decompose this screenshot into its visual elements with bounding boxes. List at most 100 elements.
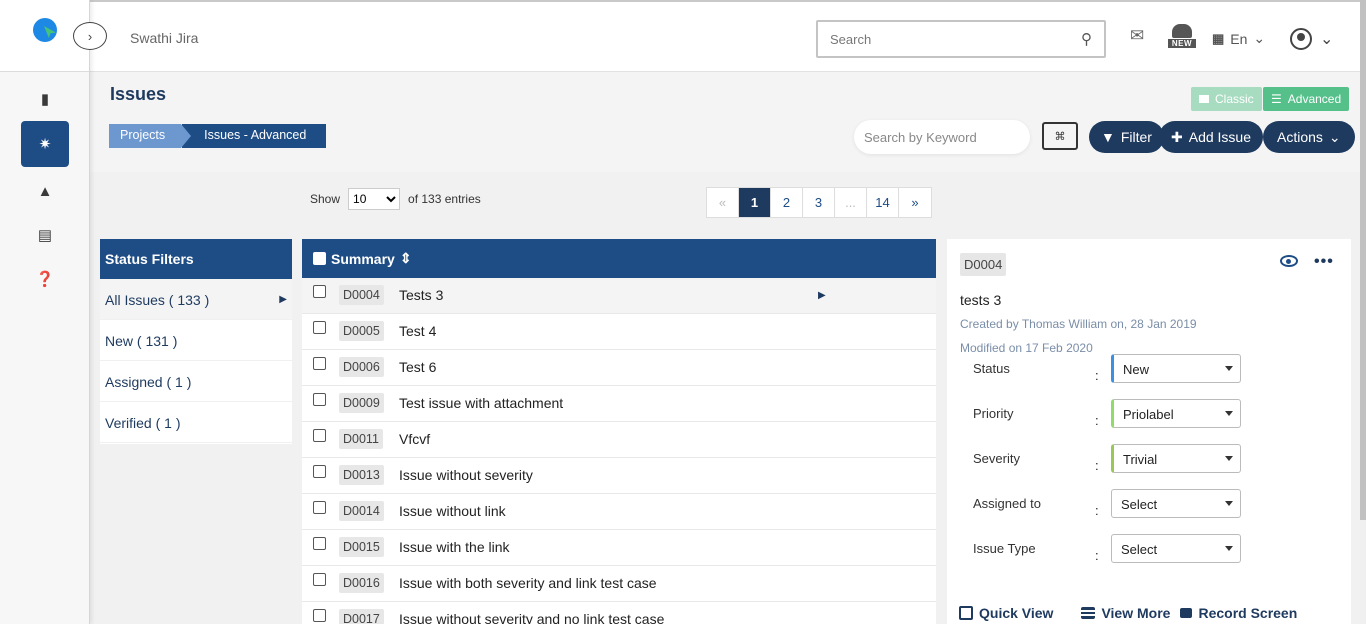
status-filter-assigned[interactable]: Assigned ( 1 ) bbox=[100, 361, 292, 402]
breadcrumb-issues-advanced[interactable]: Issues - Advanced bbox=[182, 124, 327, 148]
table-row[interactable]: D0014 Issue without link bbox=[302, 494, 936, 530]
scrollbar-thumb[interactable] bbox=[1360, 0, 1366, 520]
table-row[interactable]: D0009 Test issue with attachment bbox=[302, 386, 936, 422]
total-entries-label: of 133 entries bbox=[408, 192, 481, 206]
status-filter-new[interactable]: New ( 131 ) bbox=[100, 320, 292, 361]
priority-select[interactable]: Priolabel bbox=[1111, 399, 1241, 428]
table-row[interactable]: D0006 Test 6 bbox=[302, 350, 936, 386]
keyboard-shortcuts-icon[interactable]: ⌘ bbox=[1042, 122, 1078, 150]
card-icon[interactable]: ▤ bbox=[21, 212, 69, 258]
summary-column-header[interactable]: Summary bbox=[331, 251, 395, 267]
sort-icon[interactable]: ⇕ bbox=[400, 250, 412, 267]
issue-summary[interactable]: Tests 3 bbox=[399, 287, 443, 303]
table-row[interactable]: D0017 Issue without severity and no link… bbox=[302, 602, 936, 624]
page-14-button[interactable]: 14 bbox=[867, 188, 899, 217]
page-3-button[interactable]: 3 bbox=[803, 188, 835, 217]
issue-key[interactable]: D0011 bbox=[339, 429, 383, 449]
filter-button[interactable]: ▼ Filter bbox=[1089, 121, 1164, 153]
advanced-mode-button[interactable]: ☰ Advanced bbox=[1263, 87, 1350, 111]
issue-summary[interactable]: Issue with both severity and link test c… bbox=[399, 575, 657, 591]
record-screen-link[interactable]: Record Screen bbox=[1180, 605, 1297, 621]
avatar bbox=[1290, 28, 1312, 50]
show-label: Show bbox=[310, 192, 341, 206]
global-search-input[interactable] bbox=[830, 31, 1081, 47]
prev-page-button[interactable]: « bbox=[707, 188, 739, 217]
quick-view-link[interactable]: Quick View bbox=[959, 605, 1053, 621]
issue-summary[interactable]: Vfcvf bbox=[399, 431, 430, 447]
next-page-button[interactable]: » bbox=[899, 188, 931, 217]
issue-key[interactable]: D0009 bbox=[339, 393, 384, 413]
issue-summary[interactable]: Issue without severity and no link test … bbox=[399, 611, 664, 624]
issue-key[interactable]: D0014 bbox=[339, 501, 384, 521]
eye-icon[interactable] bbox=[1280, 255, 1298, 267]
page-title: Issues bbox=[110, 84, 167, 104]
severity-field: Severity : Trivial bbox=[973, 444, 1343, 481]
table-row[interactable]: D0005 Test 4 bbox=[302, 314, 936, 350]
add-issue-button[interactable]: ✚ Add Issue bbox=[1159, 121, 1263, 153]
issue-key[interactable]: D0017 bbox=[339, 609, 384, 624]
row-checkbox[interactable] bbox=[313, 609, 326, 622]
issue-type-select[interactable]: Select bbox=[1111, 534, 1241, 563]
status-select[interactable]: New bbox=[1111, 354, 1241, 383]
mail-icon[interactable]: ✉ bbox=[1130, 26, 1144, 46]
issue-key[interactable]: D0015 bbox=[339, 537, 384, 557]
select-all-checkbox[interactable] bbox=[313, 252, 326, 265]
issue-summary[interactable]: Test 4 bbox=[399, 323, 436, 339]
view-more-link[interactable]: View More bbox=[1081, 605, 1170, 621]
field-colon: : bbox=[1095, 503, 1099, 518]
lighthouse-icon[interactable]: ▲ bbox=[21, 168, 69, 214]
assigned-to-select[interactable]: Select bbox=[1111, 489, 1241, 518]
issue-key[interactable]: D0005 bbox=[339, 321, 384, 341]
table-row[interactable]: D0004 Tests 3 ▶ bbox=[302, 278, 936, 314]
row-checkbox[interactable] bbox=[313, 537, 326, 550]
app-logo-icon[interactable] bbox=[33, 18, 57, 42]
bug-icon[interactable]: ✷ bbox=[21, 121, 69, 167]
issue-summary[interactable]: Issue without link bbox=[399, 503, 506, 519]
row-checkbox[interactable] bbox=[313, 573, 326, 586]
search-icon[interactable]: ⚲ bbox=[1081, 30, 1092, 48]
detail-actions: Quick View View More Record Screen bbox=[959, 605, 1325, 621]
more-options-icon[interactable]: ••• bbox=[1314, 253, 1334, 271]
table-row[interactable]: D0016 Issue with both severity and link … bbox=[302, 566, 936, 602]
row-checkbox[interactable] bbox=[313, 357, 326, 370]
status-filter-all[interactable]: All Issues ( 133 ) ▶ bbox=[100, 279, 292, 320]
row-checkbox[interactable] bbox=[313, 429, 326, 442]
classic-mode-button[interactable]: Classic bbox=[1191, 87, 1262, 111]
row-checkbox[interactable] bbox=[313, 393, 326, 406]
issue-summary[interactable]: Test issue with attachment bbox=[399, 395, 563, 411]
row-checkbox[interactable] bbox=[313, 465, 326, 478]
project-name[interactable]: Swathi Jira bbox=[130, 30, 198, 46]
page-1-button[interactable]: 1 bbox=[739, 188, 771, 217]
severity-select[interactable]: Trivial bbox=[1111, 444, 1241, 473]
issue-key[interactable]: D0016 bbox=[339, 573, 384, 593]
page-scrollbar[interactable] bbox=[1360, 0, 1366, 624]
table-row[interactable]: D0015 Issue with the link bbox=[302, 530, 936, 566]
actions-button[interactable]: Actions ⌄ bbox=[1263, 121, 1355, 153]
page-size-select[interactable]: 10 bbox=[348, 188, 401, 210]
expand-sidebar-button[interactable]: › bbox=[73, 22, 107, 50]
issue-key[interactable]: D0004 bbox=[339, 285, 384, 305]
page-2-button[interactable]: 2 bbox=[771, 188, 803, 217]
status-filters-panel: Status Filters All Issues ( 133 ) ▶ New … bbox=[100, 239, 292, 444]
global-search[interactable]: ⚲ bbox=[816, 20, 1106, 58]
row-checkbox[interactable] bbox=[313, 285, 326, 298]
issue-key[interactable]: D0013 bbox=[339, 465, 384, 485]
whats-new-button[interactable]: NEW bbox=[1168, 24, 1196, 50]
keyword-search-input[interactable] bbox=[864, 129, 1040, 145]
language-selector[interactable]: ▦ En ⌄ bbox=[1212, 30, 1265, 47]
user-menu[interactable]: ⌄ bbox=[1290, 28, 1333, 50]
breadcrumb-projects[interactable]: Projects bbox=[109, 124, 192, 148]
table-row[interactable]: D0013 Issue without severity bbox=[302, 458, 936, 494]
clipboard-icon[interactable]: ▮ bbox=[21, 76, 69, 122]
issue-summary[interactable]: Test 6 bbox=[399, 359, 436, 375]
keyword-search[interactable] bbox=[854, 120, 1040, 154]
row-checkbox[interactable] bbox=[313, 501, 326, 514]
table-row[interactable]: D0011 Vfcvf bbox=[302, 422, 936, 458]
issue-key[interactable]: D0006 bbox=[339, 357, 384, 377]
row-checkbox[interactable] bbox=[313, 321, 326, 334]
help-icon[interactable]: ❓ bbox=[21, 256, 69, 302]
issue-summary[interactable]: Issue with the link bbox=[399, 539, 510, 555]
status-filter-verified[interactable]: Verified ( 1 ) bbox=[100, 402, 292, 443]
issue-summary[interactable]: Issue without severity bbox=[399, 467, 533, 483]
funnel-icon: ▼ bbox=[1101, 129, 1115, 145]
